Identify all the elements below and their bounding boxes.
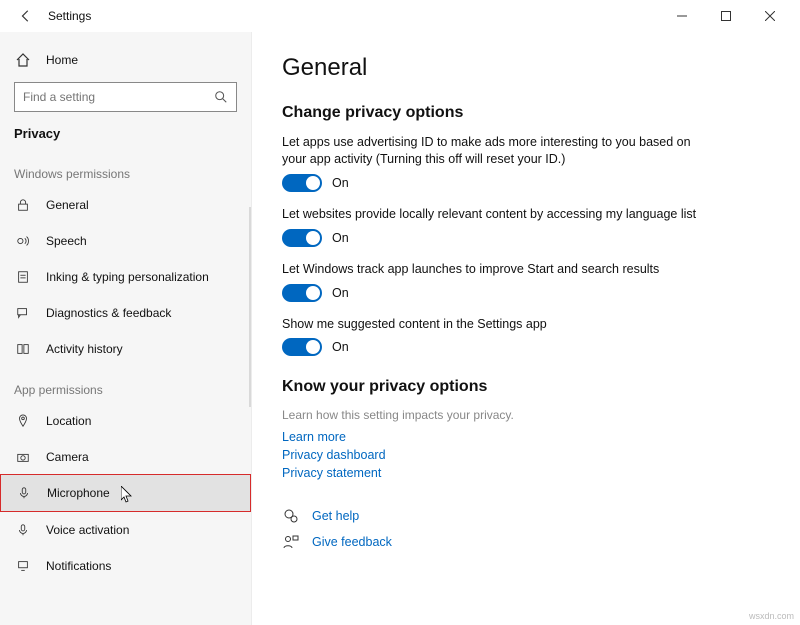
option-suggested-content: Show me suggested content in the Setting… bbox=[282, 316, 712, 357]
sidebar-item-label: Speech bbox=[46, 234, 87, 248]
sidebar-item-label: Inking & typing personalization bbox=[46, 270, 209, 284]
maximize-button[interactable] bbox=[704, 1, 748, 31]
maximize-icon bbox=[721, 11, 731, 21]
page-heading: General bbox=[282, 54, 770, 82]
group-app-permissions: App permissions bbox=[0, 367, 251, 403]
sidebar-item-label: Activity history bbox=[46, 342, 123, 356]
section-know-privacy: Know your privacy options bbox=[282, 378, 770, 396]
window-title: Settings bbox=[48, 9, 91, 23]
feedback-icon bbox=[14, 306, 32, 320]
sidebar-home[interactable]: Home bbox=[0, 42, 251, 78]
option-desc: Let apps use advertising ID to make ads … bbox=[282, 134, 712, 168]
sidebar-item-label: Microphone bbox=[47, 486, 110, 500]
home-icon bbox=[14, 52, 32, 68]
clipboard-icon bbox=[14, 270, 32, 284]
link-privacy-statement[interactable]: Privacy statement bbox=[282, 466, 770, 480]
toggle-suggested-content[interactable] bbox=[282, 338, 322, 356]
location-icon bbox=[14, 414, 32, 428]
sidebar-item-notifications[interactable]: Notifications bbox=[0, 548, 251, 584]
help-row[interactable]: Get help bbox=[282, 508, 770, 524]
toggle-state: On bbox=[332, 176, 349, 190]
toggle-state: On bbox=[332, 231, 349, 245]
sidebar-item-microphone[interactable]: Microphone bbox=[1, 475, 250, 511]
content-pane: General Change privacy options Let apps … bbox=[252, 32, 800, 625]
close-button[interactable] bbox=[748, 1, 792, 31]
bell-icon bbox=[14, 559, 32, 573]
search-box[interactable] bbox=[14, 82, 237, 112]
camera-icon bbox=[14, 450, 32, 464]
sidebar-item-speech[interactable]: Speech bbox=[0, 223, 251, 259]
sidebar-item-label: Location bbox=[46, 414, 91, 428]
sidebar-item-label: Notifications bbox=[46, 559, 111, 573]
minimize-button[interactable] bbox=[660, 1, 704, 31]
option-desc: Let Windows track app launches to improv… bbox=[282, 261, 712, 278]
arrow-left-icon bbox=[19, 9, 33, 23]
link-give-feedback[interactable]: Give feedback bbox=[312, 535, 392, 549]
sidebar-item-location[interactable]: Location bbox=[0, 403, 251, 439]
feedback-row[interactable]: Give feedback bbox=[282, 534, 770, 550]
microphone-icon bbox=[15, 486, 33, 500]
option-track-launches: Let Windows track app launches to improv… bbox=[282, 261, 712, 302]
voice-icon bbox=[14, 523, 32, 537]
toggle-language-list[interactable] bbox=[282, 229, 322, 247]
close-icon bbox=[765, 11, 775, 21]
highlight-microphone: Microphone bbox=[0, 474, 251, 512]
toggle-advertising-id[interactable] bbox=[282, 174, 322, 192]
option-desc: Let websites provide locally relevant co… bbox=[282, 206, 712, 223]
sidebar-item-diagnostics[interactable]: Diagnostics & feedback bbox=[0, 295, 251, 331]
section-subtext: Learn how this setting impacts your priv… bbox=[282, 408, 770, 422]
toggle-track-launches[interactable] bbox=[282, 284, 322, 302]
link-learn-more[interactable]: Learn more bbox=[282, 430, 770, 444]
search-input[interactable] bbox=[23, 90, 214, 104]
sidebar-item-general[interactable]: General bbox=[0, 187, 251, 223]
history-icon bbox=[14, 342, 32, 356]
search-icon bbox=[214, 90, 228, 104]
titlebar: Settings bbox=[0, 0, 800, 32]
option-language-list: Let websites provide locally relevant co… bbox=[282, 206, 712, 247]
back-button[interactable] bbox=[16, 6, 36, 26]
speech-icon bbox=[14, 234, 32, 248]
sidebar-scrollbar[interactable] bbox=[249, 207, 251, 407]
sidebar-item-label: General bbox=[46, 198, 89, 212]
option-desc: Show me suggested content in the Setting… bbox=[282, 316, 712, 333]
person-feedback-icon bbox=[282, 534, 300, 550]
toggle-state: On bbox=[332, 340, 349, 354]
sidebar-item-voice-activation[interactable]: Voice activation bbox=[0, 512, 251, 548]
minimize-icon bbox=[677, 11, 687, 21]
sidebar-item-label: Diagnostics & feedback bbox=[46, 306, 171, 320]
sidebar-item-camera[interactable]: Camera bbox=[0, 439, 251, 475]
group-windows-permissions: Windows permissions bbox=[0, 151, 251, 187]
lock-icon bbox=[14, 198, 32, 212]
sidebar-item-activity[interactable]: Activity history bbox=[0, 331, 251, 367]
sidebar-category: Privacy bbox=[0, 120, 251, 151]
option-advertising-id: Let apps use advertising ID to make ads … bbox=[282, 134, 712, 192]
section-change-privacy: Change privacy options bbox=[282, 104, 770, 122]
watermark: wsxdn.com bbox=[749, 611, 794, 621]
sidebar-item-label: Camera bbox=[46, 450, 89, 464]
sidebar-item-label: Voice activation bbox=[46, 523, 129, 537]
sidebar: Home Privacy Windows permissions General… bbox=[0, 32, 252, 625]
cursor-icon bbox=[121, 486, 133, 504]
sidebar-item-inking[interactable]: Inking & typing personalization bbox=[0, 259, 251, 295]
toggle-state: On bbox=[332, 286, 349, 300]
link-get-help[interactable]: Get help bbox=[312, 509, 359, 523]
sidebar-home-label: Home bbox=[46, 53, 78, 67]
link-privacy-dashboard[interactable]: Privacy dashboard bbox=[282, 448, 770, 462]
help-icon bbox=[282, 508, 300, 524]
